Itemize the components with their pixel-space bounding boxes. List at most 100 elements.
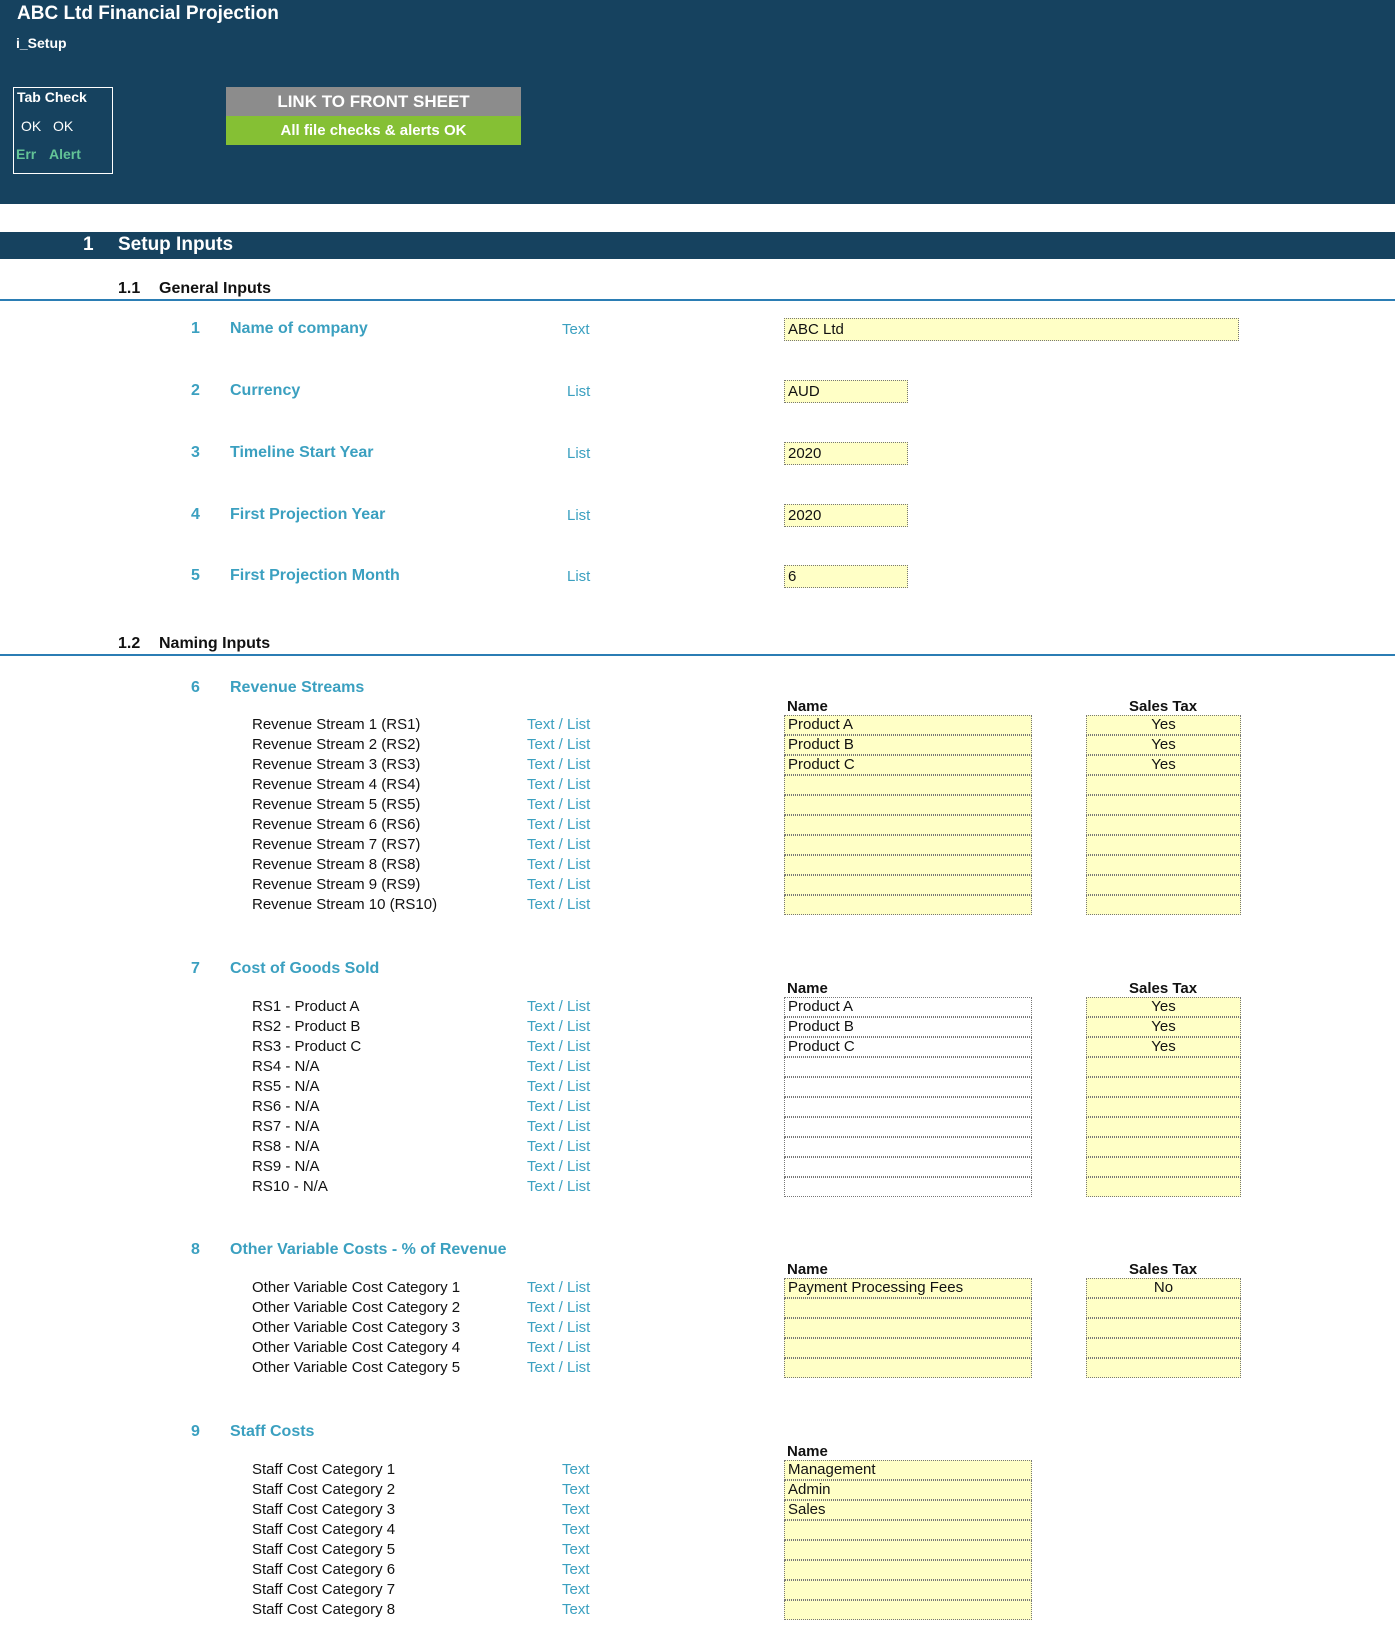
- row-name-input[interactable]: Product C: [784, 1037, 1032, 1057]
- name-column-header: Name: [787, 698, 828, 715]
- row-name-input[interactable]: [784, 1540, 1032, 1560]
- row-sales-tax-input[interactable]: [1086, 875, 1241, 895]
- row-name-input[interactable]: Product B: [784, 1017, 1032, 1037]
- block-title: Revenue Streams: [230, 679, 365, 696]
- item-number: 4: [191, 506, 200, 523]
- row-sales-tax-input[interactable]: [1086, 795, 1241, 815]
- row-name-input[interactable]: [784, 815, 1032, 835]
- row-sales-tax-input[interactable]: [1086, 1358, 1241, 1378]
- row-sales-tax-input[interactable]: [1086, 1137, 1241, 1157]
- row-label: Revenue Stream 6 (RS6): [252, 816, 421, 833]
- row-label: Revenue Stream 4 (RS4): [252, 776, 421, 793]
- tab-check-panel: Tab Check OK OK Err Alert: [13, 87, 113, 174]
- block-number: 9: [191, 1423, 200, 1440]
- row-name-input[interactable]: [784, 1097, 1032, 1117]
- row-label: Other Variable Cost Category 5: [252, 1359, 461, 1376]
- row-name-input[interactable]: [784, 1338, 1032, 1358]
- row-sales-tax-input[interactable]: [1086, 895, 1241, 915]
- row-name-input[interactable]: [784, 875, 1032, 895]
- subsection-rule-naming: [0, 654, 1395, 656]
- row-sales-tax-input[interactable]: [1086, 1177, 1241, 1197]
- row-sales-tax-input[interactable]: [1086, 1057, 1241, 1077]
- row-name-input[interactable]: Management: [784, 1460, 1032, 1480]
- row-type: Text / List: [527, 1359, 591, 1376]
- link-to-front-sheet-button[interactable]: LINK TO FRONT SHEET: [226, 87, 521, 116]
- row-name-input[interactable]: [784, 1358, 1032, 1378]
- row-name-input[interactable]: Payment Processing Fees: [784, 1278, 1032, 1298]
- row-name-input[interactable]: Admin: [784, 1480, 1032, 1500]
- item-value-input[interactable]: AUD: [784, 380, 908, 403]
- item-value-input[interactable]: ABC Ltd: [784, 318, 1239, 341]
- row-label: Revenue Stream 3 (RS3): [252, 756, 421, 773]
- name-column-header: Name: [787, 980, 828, 997]
- row-type: Text / List: [527, 1138, 591, 1155]
- row-sales-tax-input[interactable]: Yes: [1086, 997, 1241, 1017]
- row-sales-tax-input[interactable]: [1086, 1077, 1241, 1097]
- row-name-input[interactable]: Product C: [784, 755, 1032, 775]
- row-name-input[interactable]: Sales: [784, 1500, 1032, 1520]
- tab-check-ok-2: OK: [53, 118, 74, 134]
- row-name-input[interactable]: [784, 1137, 1032, 1157]
- row-sales-tax-input[interactable]: Yes: [1086, 715, 1241, 735]
- row-sales-tax-input[interactable]: [1086, 1298, 1241, 1318]
- row-type: Text / List: [527, 1319, 591, 1336]
- row-sales-tax-input[interactable]: Yes: [1086, 755, 1241, 775]
- row-name-input[interactable]: [784, 855, 1032, 875]
- row-type: Text / List: [527, 756, 591, 773]
- row-sales-tax-input[interactable]: Yes: [1086, 1037, 1241, 1057]
- row-name-input[interactable]: [784, 835, 1032, 855]
- sales-tax-column-header: Sales Tax: [1129, 698, 1198, 715]
- item-label: Name of company: [230, 320, 368, 337]
- row-label: Staff Cost Category 7: [252, 1581, 396, 1598]
- row-name-input[interactable]: [784, 1157, 1032, 1177]
- row-type: Text: [562, 1481, 590, 1498]
- row-sales-tax-input[interactable]: [1086, 1117, 1241, 1137]
- row-sales-tax-input[interactable]: Yes: [1086, 735, 1241, 755]
- row-type: Text: [562, 1501, 590, 1518]
- row-name-input[interactable]: Product A: [784, 997, 1032, 1017]
- row-name-input[interactable]: [784, 1580, 1032, 1600]
- item-value-input[interactable]: 2020: [784, 504, 908, 527]
- row-sales-tax-input[interactable]: [1086, 815, 1241, 835]
- item-value-input[interactable]: 6: [784, 565, 908, 588]
- row-name-input[interactable]: [784, 775, 1032, 795]
- name-column-header: Name: [787, 1443, 828, 1460]
- row-name-input[interactable]: Product B: [784, 735, 1032, 755]
- row-type: Text / List: [527, 896, 591, 913]
- row-name-input[interactable]: [784, 1520, 1032, 1540]
- item-value-input[interactable]: 2020: [784, 442, 908, 465]
- row-name-input[interactable]: [784, 895, 1032, 915]
- row-name-input[interactable]: [784, 1177, 1032, 1197]
- row-sales-tax-input[interactable]: [1086, 1318, 1241, 1338]
- row-label: Other Variable Cost Category 1: [252, 1279, 461, 1296]
- row-name-input[interactable]: [784, 1298, 1032, 1318]
- item-label: Currency: [230, 382, 301, 399]
- row-sales-tax-input[interactable]: No: [1086, 1278, 1241, 1298]
- row-sales-tax-input[interactable]: [1086, 1097, 1241, 1117]
- row-label: RS10 - N/A: [252, 1178, 328, 1195]
- row-name-input[interactable]: [784, 1117, 1032, 1137]
- row-type: Text / List: [527, 716, 591, 733]
- row-sales-tax-input[interactable]: Yes: [1086, 1017, 1241, 1037]
- subsection-title-naming: Naming Inputs: [159, 635, 271, 652]
- row-name-input[interactable]: [784, 1057, 1032, 1077]
- row-sales-tax-input[interactable]: [1086, 1157, 1241, 1177]
- row-name-input[interactable]: [784, 795, 1032, 815]
- sales-tax-column-header: Sales Tax: [1129, 1261, 1198, 1278]
- row-sales-tax-input[interactable]: [1086, 835, 1241, 855]
- row-name-input[interactable]: [784, 1077, 1032, 1097]
- row-sales-tax-input[interactable]: [1086, 1338, 1241, 1358]
- row-label: Revenue Stream 8 (RS8): [252, 856, 421, 873]
- row-label: RS6 - N/A: [252, 1098, 320, 1115]
- row-name-input[interactable]: [784, 1318, 1032, 1338]
- row-type: Text / List: [527, 1098, 591, 1115]
- row-sales-tax-input[interactable]: [1086, 775, 1241, 795]
- row-name-input[interactable]: Product A: [784, 715, 1032, 735]
- row-sales-tax-input[interactable]: [1086, 855, 1241, 875]
- row-type: Text: [562, 1541, 590, 1558]
- row-name-input[interactable]: [784, 1560, 1032, 1580]
- row-type: Text / List: [527, 1038, 591, 1055]
- row-name-input[interactable]: [784, 1600, 1032, 1620]
- section-title: Setup Inputs: [118, 234, 234, 255]
- row-type: Text: [562, 1561, 590, 1578]
